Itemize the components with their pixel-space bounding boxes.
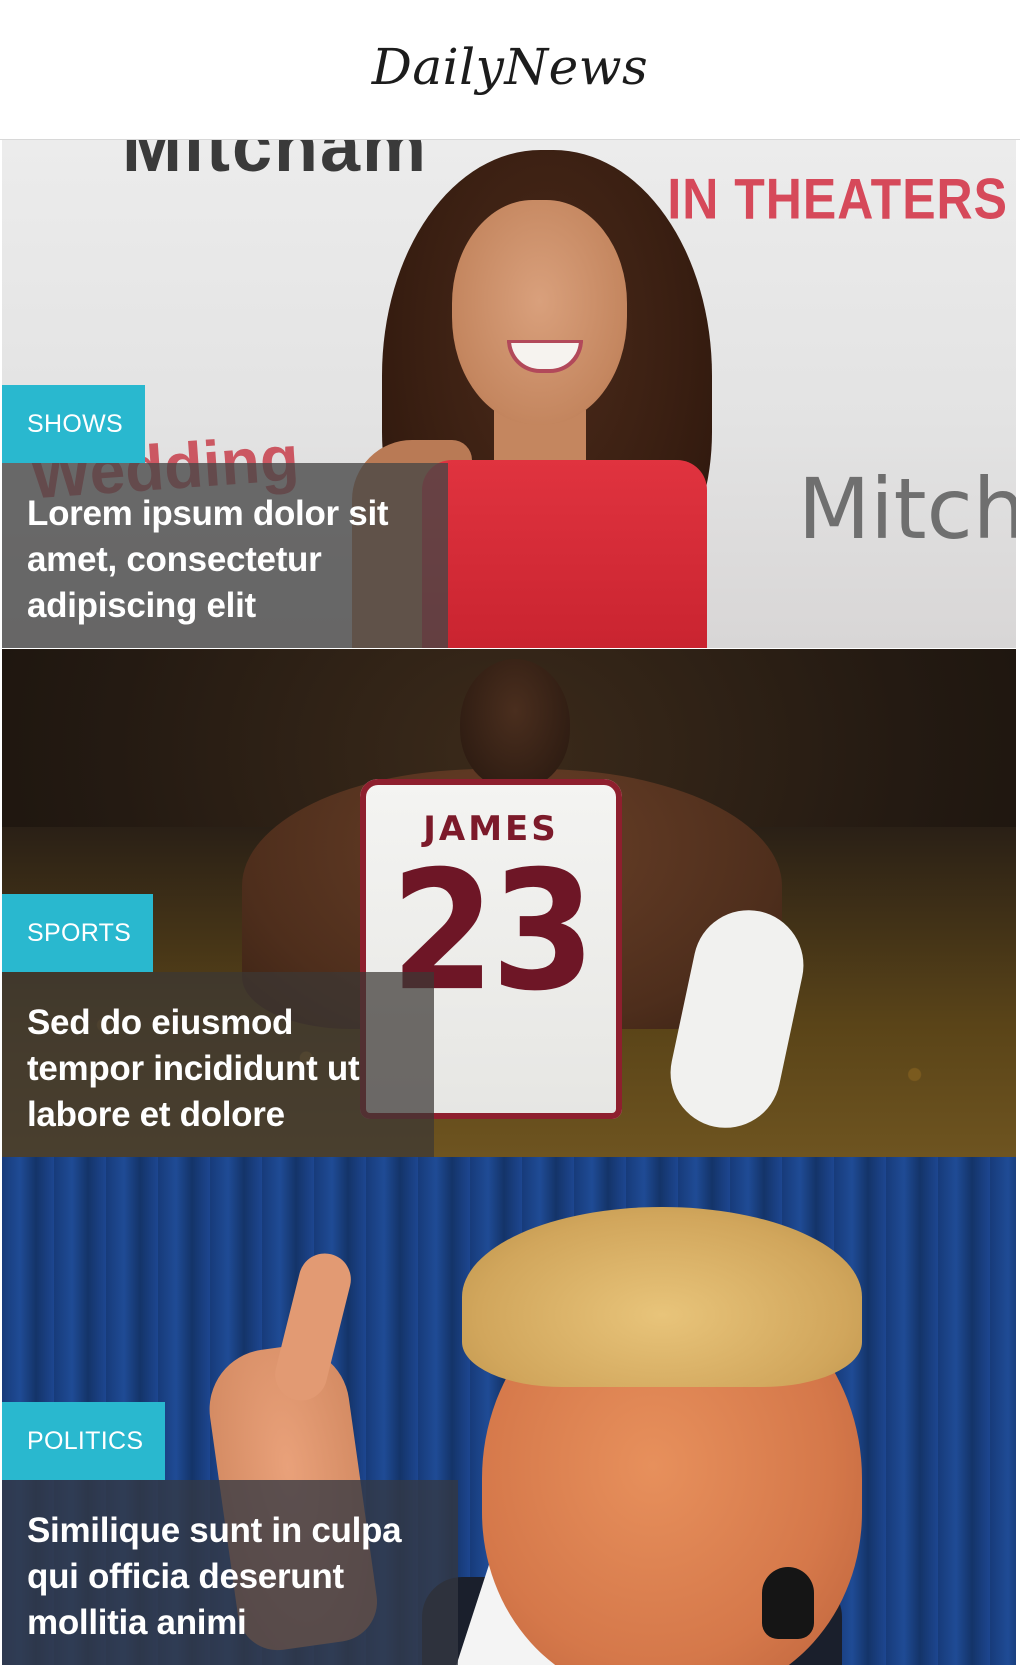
backdrop-banner-text: IN THEATERS <box>667 166 1008 232</box>
app-header: DailyNews <box>0 0 1020 140</box>
microphone-icon <box>762 1567 814 1639</box>
article-headline[interactable]: Sed do eiusmod tempor incididunt ut labo… <box>27 1000 404 1138</box>
category-tag[interactable]: SPORTS <box>2 894 154 972</box>
category-tag[interactable]: SHOWS <box>2 385 145 463</box>
article-headline[interactable]: Similique sunt in culpa qui officia dese… <box>27 1508 428 1646</box>
backdrop-side-text: Mitch <box>797 460 1016 558</box>
photo-subject-hair <box>462 1207 862 1387</box>
article-card-sports[interactable]: JAMES 23 SPORTS Sed do eiusmod tempor in… <box>2 649 1016 1157</box>
news-feed: Mitcham IN THEATERS Mitch Wedding SHOWS … <box>2 140 1016 1665</box>
backdrop-text: Mitcham <box>122 140 429 187</box>
headline-panel: Lorem ipsum dolor sit amet, consectetur … <box>2 463 448 648</box>
article-card-shows[interactable]: Mitcham IN THEATERS Mitch Wedding SHOWS … <box>2 140 1016 648</box>
site-logo[interactable]: DailyNews <box>0 38 1020 96</box>
article-card-politics[interactable]: POLITICS Similique sunt in culpa qui off… <box>2 1157 1016 1665</box>
photo-subject-head <box>460 659 570 789</box>
category-tag[interactable]: POLITICS <box>2 1402 166 1480</box>
article-headline[interactable]: Lorem ipsum dolor sit amet, consectetur … <box>27 491 418 629</box>
headline-panel: Similique sunt in culpa qui officia dese… <box>2 1480 458 1665</box>
headline-panel: Sed do eiusmod tempor incididunt ut labo… <box>2 972 434 1157</box>
photo-subject-dress <box>422 460 707 648</box>
photo-subject-face <box>452 200 627 425</box>
